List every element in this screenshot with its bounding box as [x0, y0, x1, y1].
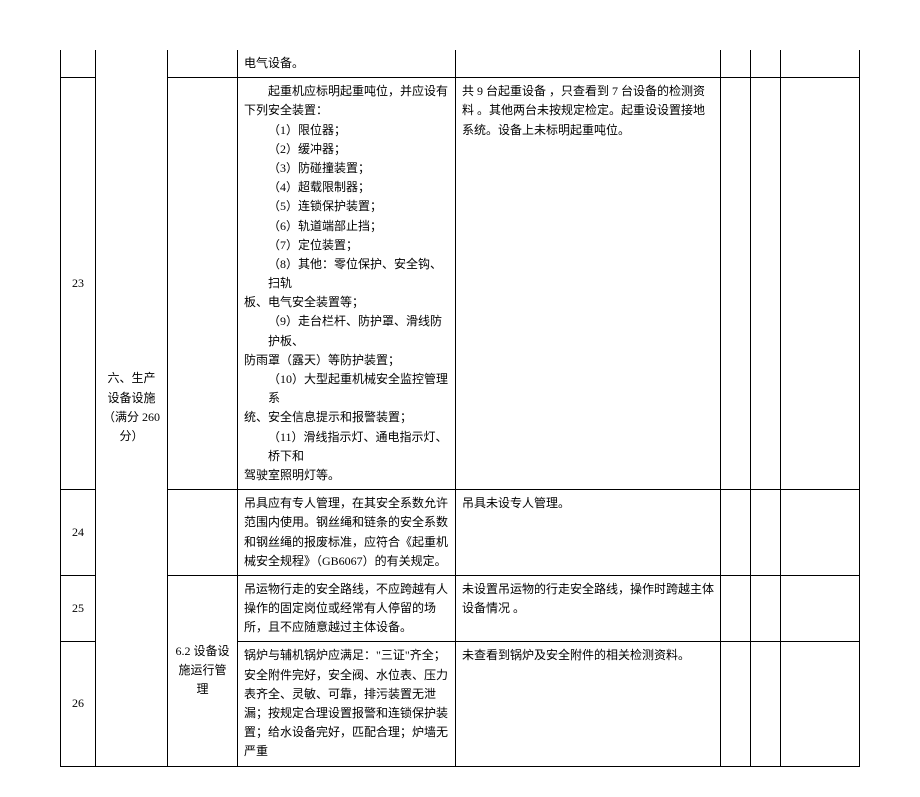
- standard-cell: 起重机应标明起重吨位，并应设有下列安全装置： （1）限位器； （2）缓冲器； （…: [238, 78, 456, 490]
- inspection-table: 六、生产设备设施（满分 260 分） 电气设备。 23 起重机应标明起重吨位，并…: [60, 50, 860, 767]
- standard-cell: 电气设备。: [238, 50, 456, 78]
- table-row: 25 6.2 设备设施运行管理 吊运物行走的安全路线，不应跨越有人操作的固定岗位…: [61, 575, 860, 642]
- category-cell: 六、生产设备设施（满分 260 分）: [96, 50, 168, 766]
- row-number: 24: [61, 490, 96, 576]
- row-number: 25: [61, 575, 96, 642]
- table-row: 六、生产设备设施（满分 260 分） 电气设备。: [61, 50, 860, 78]
- finding-cell: 共 9 台起重设备 ，只查看到 7 台设备的检测资料 。其他两台未按规定检定。起…: [456, 78, 721, 490]
- standard-cell: 吊具应有专人管理，在其安全系数允许范围内使用。钢丝绳和链条的安全系数和钢丝绳的报…: [238, 490, 456, 576]
- section-cell: 6.2 设备设施运行管理: [168, 575, 238, 766]
- row-number: 23: [61, 78, 96, 490]
- table-row: 23 起重机应标明起重吨位，并应设有下列安全装置： （1）限位器； （2）缓冲器…: [61, 78, 860, 490]
- finding-cell: 未查看到锅炉及安全附件的相关检测资料。: [456, 642, 721, 766]
- standard-cell: 吊运物行走的安全路线，不应跨越有人操作的固定岗位或经常有人停留的场所，且不应随意…: [238, 575, 456, 642]
- row-number: 26: [61, 642, 96, 766]
- finding-cell: 未设置吊运物的行走安全路线，操作时跨越主体设备情况 。: [456, 575, 721, 642]
- standard-cell: 锅炉与辅机锅炉应满足："三证"齐全；安全附件完好，安全阀、水位表、压力表齐全、灵…: [238, 642, 456, 766]
- finding-cell: 吊具未设专人管理。: [456, 490, 721, 576]
- table-row: 24 吊具应有专人管理，在其安全系数允许范围内使用。钢丝绳和链条的安全系数和钢丝…: [61, 490, 860, 576]
